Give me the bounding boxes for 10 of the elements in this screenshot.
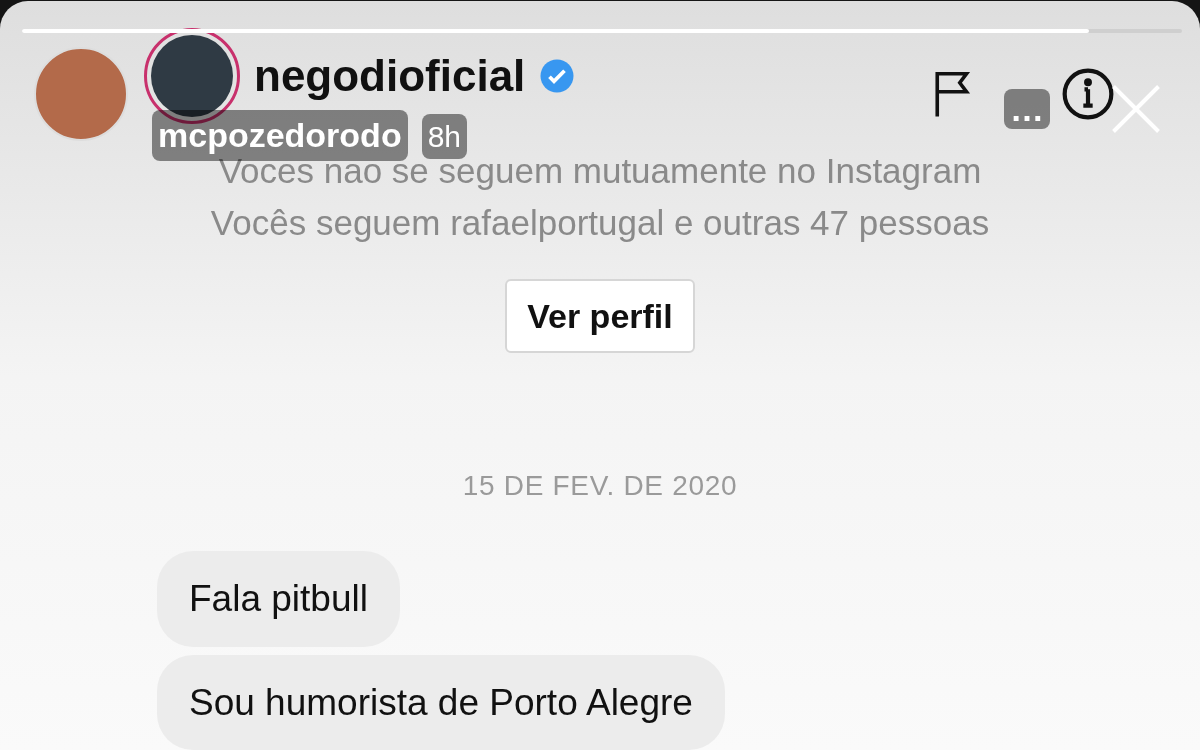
message-bubble: Fala pitbull — [157, 551, 400, 647]
date-label: 15 DE FEV. DE 2020 — [462, 469, 738, 503]
message-bubble: Sou humorista de Porto Alegre — [157, 654, 725, 750]
story-time: 8h — [421, 113, 468, 159]
chat-username: negodioficial — [254, 49, 526, 102]
more-button[interactable]: … — [1004, 89, 1050, 129]
info-icon[interactable] — [1060, 66, 1116, 122]
chat-avatar[interactable] — [144, 27, 240, 124]
view-profile-button[interactable]: Ver perfil — [505, 279, 695, 353]
follow-info-text: Vocês seguem rafaelportugal e outras 47 pessoas — [210, 202, 990, 244]
